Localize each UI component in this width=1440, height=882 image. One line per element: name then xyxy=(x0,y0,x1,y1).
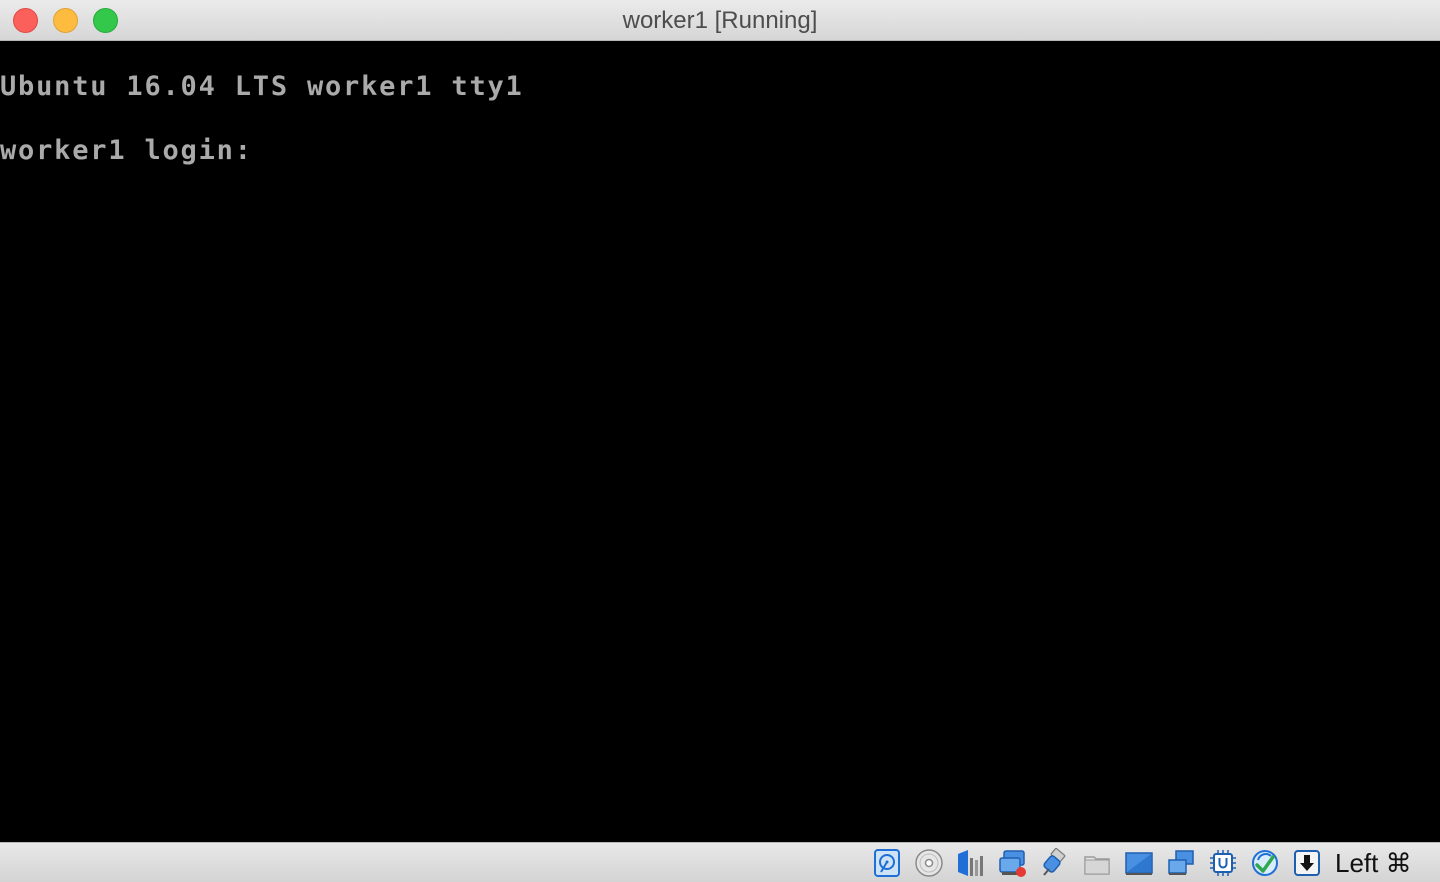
audio-icon[interactable] xyxy=(956,848,986,878)
login-prompt: worker1 login: xyxy=(0,135,271,166)
virtualbox-window: worker1 [Running] Ubuntu 16.04 LTS worke… xyxy=(0,0,1440,882)
display-icon[interactable] xyxy=(1124,848,1154,878)
optical-disk-icon[interactable] xyxy=(914,848,944,878)
window-title: worker1 [Running] xyxy=(622,7,818,34)
mouse-integration-icon[interactable] xyxy=(1250,848,1280,878)
console-banner: Ubuntu 16.04 LTS worker1 tty1 xyxy=(0,71,524,102)
usb-icon[interactable] xyxy=(1040,848,1070,878)
video-capture-icon[interactable] xyxy=(1166,848,1196,878)
title-bar[interactable]: worker1 [Running] xyxy=(0,0,1440,41)
device-tray xyxy=(872,846,1334,880)
keyboard-capture-icon[interactable] xyxy=(1292,848,1322,878)
shared-folder-icon[interactable] xyxy=(1082,848,1112,878)
network-icon[interactable] xyxy=(998,848,1028,878)
cpu-icon[interactable] xyxy=(1208,848,1238,878)
host-key-label: Left ⌘ xyxy=(1335,848,1412,878)
hard-disk-icon[interactable] xyxy=(872,848,902,878)
vm-screen[interactable]: Ubuntu 16.04 LTS worker1 tty1 worker1 lo… xyxy=(0,41,1440,842)
status-bar: Left ⌘ xyxy=(0,842,1440,882)
